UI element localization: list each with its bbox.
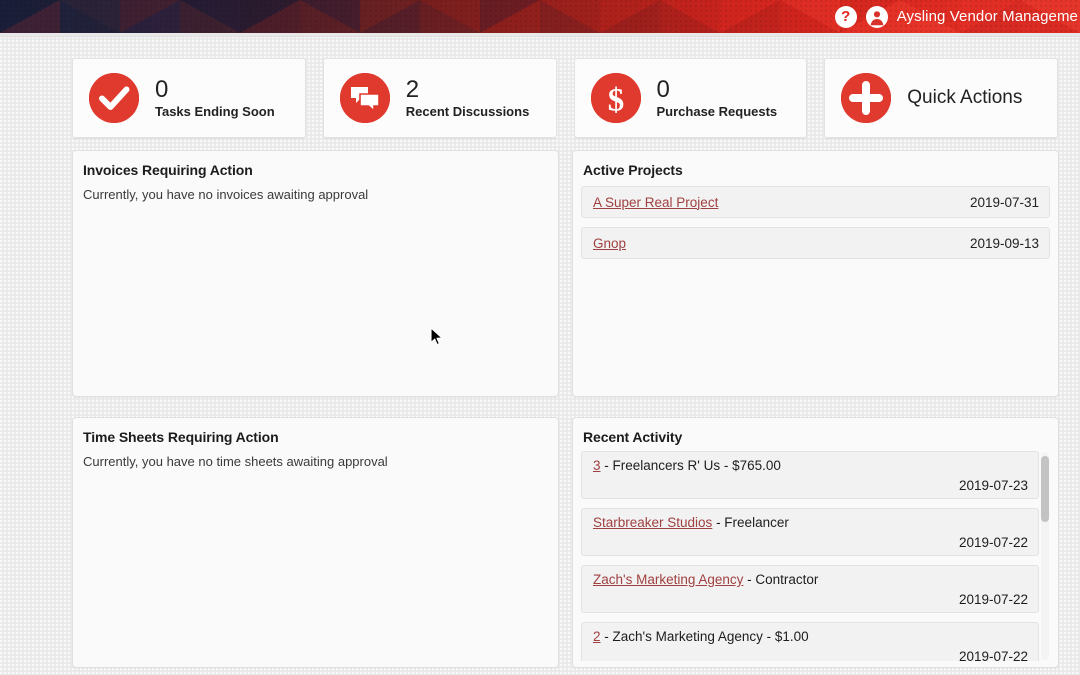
recent-activity-scroll-area[interactable]: 3 - Freelancers R' Us - $765.00 2019-07-… bbox=[581, 451, 1052, 661]
panel-time-sheets-requiring-action: Time Sheets Requiring Action Currently, … bbox=[72, 417, 559, 668]
scrollbar-thumb[interactable] bbox=[1041, 456, 1049, 522]
chat-bubbles-icon bbox=[339, 73, 390, 123]
activity-text: Starbreaker Studios - Freelancer bbox=[593, 515, 1028, 530]
list-item[interactable]: 2 - Zach's Marketing Agency - $1.00 2019… bbox=[581, 622, 1039, 661]
empty-state-text: Currently, you have no time sheets await… bbox=[83, 454, 388, 469]
activity-text: Zach's Marketing Agency - Contractor bbox=[593, 572, 1028, 587]
list-item[interactable]: Starbreaker Studios - Freelancer 2019-07… bbox=[581, 508, 1039, 556]
list-item[interactable]: 3 - Freelancers R' Us - $765.00 2019-07-… bbox=[581, 451, 1039, 499]
header-right-controls: ? Aysling Vendor Manageme bbox=[834, 0, 1080, 33]
panel-title: Recent Activity bbox=[583, 429, 683, 445]
help-icon[interactable]: ? bbox=[834, 5, 857, 28]
activity-link[interactable]: 2 bbox=[593, 629, 601, 644]
recent-activity-scrollbar[interactable] bbox=[1041, 452, 1049, 660]
panel-recent-activity: Recent Activity 3 - Freelancers R' Us - … bbox=[572, 417, 1059, 668]
stat-card-recent-discussions[interactable]: 2 Recent Discussions bbox=[322, 58, 557, 138]
activity-date: 2019-07-22 bbox=[958, 592, 1028, 607]
app-header: ? Aysling Vendor Manageme bbox=[0, 0, 1080, 33]
stat-value: 0 bbox=[155, 76, 169, 104]
panel-title: Time Sheets Requiring Action bbox=[83, 429, 279, 445]
active-projects-list: A Super Real Project 2019-07-31 Gnop 201… bbox=[573, 178, 1058, 259]
dollar-sign-icon: $ bbox=[590, 73, 641, 123]
activity-link[interactable]: 3 bbox=[593, 458, 601, 473]
list-item[interactable]: Zach's Marketing Agency - Contractor 201… bbox=[581, 565, 1039, 613]
panel-title: Invoices Requiring Action bbox=[83, 162, 253, 178]
stat-value: 2 bbox=[405, 76, 420, 104]
project-link[interactable]: A Super Real Project bbox=[593, 195, 718, 210]
project-date: 2019-09-13 bbox=[969, 235, 1039, 251]
panel-active-projects: Active Projects A Super Real Project 201… bbox=[572, 150, 1059, 397]
stat-card-quick-actions[interactable]: Quick Actions bbox=[824, 58, 1058, 138]
stat-label: Tasks Ending Soon bbox=[155, 103, 275, 119]
list-item[interactable]: Gnop 2019-09-13 bbox=[581, 227, 1050, 259]
quick-actions-label: Quick Actions bbox=[907, 87, 1023, 108]
activity-detail: - Freelancer bbox=[712, 515, 789, 530]
activity-link[interactable]: Starbreaker Studios bbox=[593, 515, 712, 530]
stat-cards-row: 0 Tasks Ending Soon 2 Recent Discussions… bbox=[72, 58, 1058, 138]
activity-link[interactable]: Zach's Marketing Agency bbox=[593, 572, 743, 587]
activity-date: 2019-07-22 bbox=[958, 649, 1028, 661]
project-link[interactable]: Gnop bbox=[593, 236, 626, 251]
stat-value: 0 bbox=[656, 76, 670, 104]
plus-circle-icon bbox=[841, 73, 892, 123]
svg-text:$: $ bbox=[607, 83, 624, 119]
stat-card-tasks-ending-soon[interactable]: 0 Tasks Ending Soon bbox=[72, 58, 306, 138]
activity-date: 2019-07-23 bbox=[958, 478, 1028, 493]
panel-title: Active Projects bbox=[583, 162, 683, 178]
activity-text: 2 - Zach's Marketing Agency - $1.00 bbox=[593, 629, 1028, 644]
check-circle-icon bbox=[89, 73, 139, 123]
list-item[interactable]: A Super Real Project 2019-07-31 bbox=[581, 186, 1050, 218]
stat-label: Recent Discussions bbox=[405, 103, 530, 119]
stat-card-purchase-requests[interactable]: $ 0 Purchase Requests bbox=[573, 58, 808, 138]
stat-label: Purchase Requests bbox=[656, 103, 778, 119]
user-avatar-icon[interactable] bbox=[865, 5, 888, 28]
activity-text: 3 - Freelancers R' Us - $765.00 bbox=[593, 458, 1028, 473]
app-title: Aysling Vendor Manageme bbox=[896, 8, 1078, 25]
activity-detail: - Freelancers R' Us - $765.00 bbox=[600, 458, 781, 473]
activity-detail: - Zach's Marketing Agency - $1.00 bbox=[600, 629, 809, 644]
project-date: 2019-07-31 bbox=[969, 194, 1039, 210]
activity-date: 2019-07-22 bbox=[958, 535, 1028, 550]
activity-detail: - Contractor bbox=[743, 572, 819, 587]
header-divider bbox=[0, 33, 1080, 37]
panel-invoices-requiring-action: Invoices Requiring Action Currently, you… bbox=[72, 150, 559, 397]
empty-state-text: Currently, you have no invoices awaiting… bbox=[83, 187, 369, 202]
